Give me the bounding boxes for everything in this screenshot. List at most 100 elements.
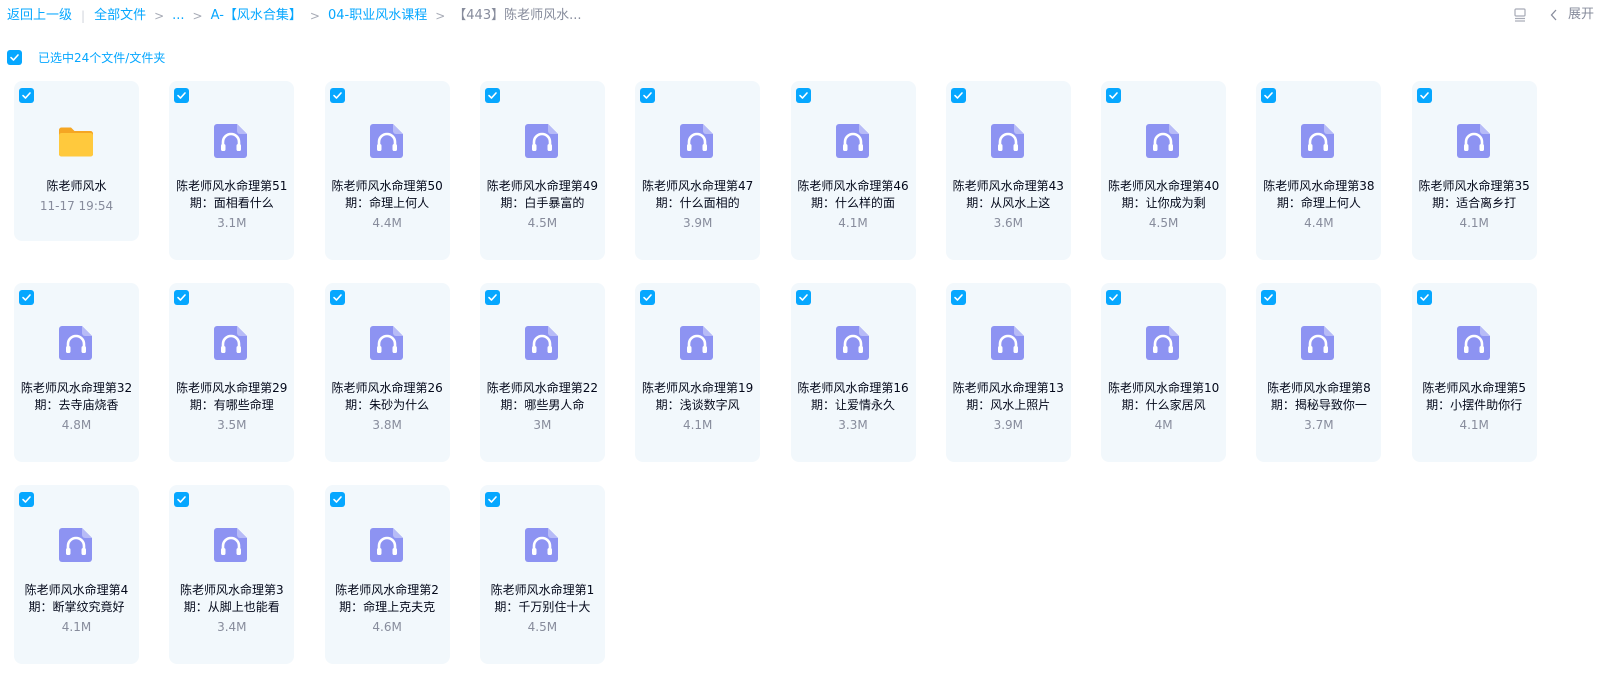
check-icon xyxy=(488,294,497,301)
file-checkbox[interactable] xyxy=(484,290,500,305)
file-card[interactable]: 陈老师风水命理第3期：从脚上也能看 3.4M xyxy=(169,485,295,664)
file-card[interactable]: 陈老师风水命理第32期：去寺庙烧香 4.8M xyxy=(14,283,139,462)
file-card[interactable]: 陈老师风水命理第16期：让爱情永久 3.3M xyxy=(790,283,916,462)
file-checkbox[interactable] xyxy=(19,492,34,507)
file-checkbox[interactable] xyxy=(1416,290,1432,305)
file-name: 陈老师风水命理第19期：浅谈数字风 xyxy=(642,381,754,412)
file-checkbox[interactable] xyxy=(484,88,500,103)
file-checkbox[interactable] xyxy=(484,492,500,507)
breadcrumb-separator: > xyxy=(154,9,165,23)
breadcrumb-ellipsis[interactable]: ... xyxy=(172,7,184,25)
file-checkbox[interactable] xyxy=(174,492,190,507)
file-checkbox[interactable] xyxy=(950,290,966,305)
file-card[interactable]: 陈老师风水命理第22期：哪些男人命 3M xyxy=(479,283,605,462)
file-card[interactable]: 陈老师风水命理第4期：断掌纹究竟好 4.1M xyxy=(14,485,139,664)
file-card[interactable]: 陈老师风水命理第50期：命理上何人 4.4M xyxy=(324,81,450,260)
file-checkbox[interactable] xyxy=(950,88,966,103)
breadcrumb-separator: > xyxy=(192,9,203,23)
file-card[interactable]: 陈老师风水命理第5期：小摆件助你行 4.1M xyxy=(1411,283,1537,462)
file-meta: 3.7M xyxy=(1304,418,1334,432)
file-checkbox[interactable] xyxy=(640,88,656,103)
file-meta: 3.8M xyxy=(372,418,402,432)
file-card[interactable]: 陈老师风水命理第13期：风水上照片 3.9M xyxy=(945,283,1071,462)
file-meta: 4.5M xyxy=(527,216,558,230)
audio-file-icon xyxy=(1454,121,1494,161)
breadcrumb-career-course[interactable]: 04-职业风水课程 xyxy=(328,7,427,25)
audio-file-icon xyxy=(367,323,407,363)
check-icon xyxy=(332,294,342,301)
folder-card[interactable]: 陈老师风水 11-17 19:54 xyxy=(14,81,139,241)
file-checkbox[interactable] xyxy=(174,290,190,305)
audio-file-icon xyxy=(211,121,251,161)
file-meta: 3.4M xyxy=(217,620,247,634)
file-meta: 4.8M xyxy=(61,418,92,432)
file-checkbox[interactable] xyxy=(795,290,811,305)
file-checkbox[interactable] xyxy=(174,88,190,103)
expand-button[interactable]: 展开 xyxy=(1550,6,1594,24)
file-card[interactable]: 陈老师风水命理第46期：什么样的面 4.1M xyxy=(790,81,916,260)
file-name: 陈老师风水命理第26期：朱砂为什么 xyxy=(331,381,443,412)
file-name: 陈老师风水命理第16期：让爱情永久 xyxy=(797,381,909,412)
audio-file-icon xyxy=(1298,121,1338,161)
file-card[interactable]: 陈老师风水命理第29期：有哪些命理 3.5M xyxy=(169,283,295,462)
list-view-icon[interactable] xyxy=(1514,8,1526,22)
breadcrumb: 返回上一级 | 全部文件 > ... > A-【风水合集】 > 04-职业风水课… xyxy=(7,7,582,25)
file-card[interactable]: 陈老师风水命理第35期：适合离乡打 4.1M xyxy=(1411,81,1537,260)
top-bar: 返回上一级 | 全部文件 > ... > A-【风水合集】 > 04-职业风水课… xyxy=(0,0,1616,32)
file-card[interactable]: 陈老师风水命理第10期：什么家居风 4M xyxy=(1101,283,1227,462)
check-icon xyxy=(798,92,808,99)
breadcrumb-all-files[interactable]: 全部文件 xyxy=(94,7,146,25)
file-checkbox[interactable] xyxy=(1261,88,1277,103)
file-checkbox[interactable] xyxy=(640,290,656,305)
file-checkbox[interactable] xyxy=(795,88,811,103)
file-checkbox[interactable] xyxy=(19,290,34,305)
file-checkbox[interactable] xyxy=(329,492,345,507)
file-checkbox[interactable] xyxy=(1261,290,1277,305)
file-name: 陈老师风水命理第22期：哪些男人命 xyxy=(486,381,599,412)
file-card[interactable]: 陈老师风水命理第51期：面相看什么 3.1M xyxy=(169,81,295,260)
file-checkbox[interactable] xyxy=(1106,88,1122,103)
file-card[interactable]: 陈老师风水命理第38期：命理上何人 4.4M xyxy=(1256,81,1382,260)
file-card[interactable]: 陈老师风水命理第8期：揭秘导致你一 3.7M xyxy=(1256,283,1382,462)
file-meta: 4.4M xyxy=(372,216,402,230)
toolbar: 展开 xyxy=(1514,6,1594,24)
audio-file-icon xyxy=(522,525,562,565)
audio-file-icon xyxy=(211,323,251,363)
breadcrumb-feng-shui-collection[interactable]: A-【风水合集】 xyxy=(211,7,302,25)
file-card[interactable]: 陈老师风水命理第19期：浅谈数字风 4.1M xyxy=(635,283,761,462)
file-name: 陈老师风水命理第43期：从风水上这 xyxy=(952,179,1064,210)
file-meta: 3.9M xyxy=(682,216,713,230)
file-name: 陈老师风水命理第5期：小摆件助你行 xyxy=(1422,381,1526,412)
file-meta: 3.6M xyxy=(993,216,1024,230)
file-meta: 4.1M xyxy=(682,418,713,432)
audio-file-icon xyxy=(677,121,717,161)
file-name: 陈老师风水命理第49期：白手暴富的 xyxy=(486,179,599,210)
check-icon xyxy=(798,294,808,301)
file-checkbox[interactable] xyxy=(329,88,345,103)
check-icon xyxy=(177,294,187,301)
file-card[interactable]: 陈老师风水命理第1期：千万别住十大 4.5M xyxy=(479,485,605,664)
file-checkbox[interactable] xyxy=(1106,290,1122,305)
check-icon xyxy=(22,496,31,503)
file-name: 陈老师风水命理第8期：揭秘导致你一 xyxy=(1267,381,1371,412)
file-card[interactable]: 陈老师风水命理第26期：朱砂为什么 3.8M xyxy=(324,283,450,462)
check-icon xyxy=(177,496,187,503)
file-card[interactable]: 陈老师风水命理第49期：白手暴富的 4.5M xyxy=(479,81,605,260)
file-name: 陈老师风水命理第3期：从脚上也能看 xyxy=(179,583,284,614)
file-card[interactable]: 陈老师风水命理第47期：什么面相的 3.9M xyxy=(635,81,761,260)
back-link[interactable]: 返回上一级 xyxy=(7,7,72,25)
file-name: 陈老师风水命理第13期：风水上照片 xyxy=(952,381,1064,412)
file-checkbox[interactable] xyxy=(19,88,34,103)
check-icon xyxy=(1419,92,1429,99)
file-name: 陈老师风水 xyxy=(46,179,107,193)
check-icon xyxy=(488,92,497,99)
file-card[interactable]: 陈老师风水命理第40期：让你成为剩 4.5M xyxy=(1101,81,1227,260)
file-name: 陈老师风水命理第4期：断掌纹究竟好 xyxy=(24,583,129,614)
audio-file-icon xyxy=(522,323,562,363)
select-all-checkbox[interactable] xyxy=(7,50,22,65)
file-card[interactable]: 陈老师风水命理第43期：从风水上这 3.6M xyxy=(945,81,1071,260)
file-name: 陈老师风水命理第38期：命理上何人 xyxy=(1263,179,1375,210)
file-checkbox[interactable] xyxy=(329,290,345,305)
file-card[interactable]: 陈老师风水命理第2期：命理上克夫克 4.6M xyxy=(324,485,450,664)
file-checkbox[interactable] xyxy=(1416,88,1432,103)
